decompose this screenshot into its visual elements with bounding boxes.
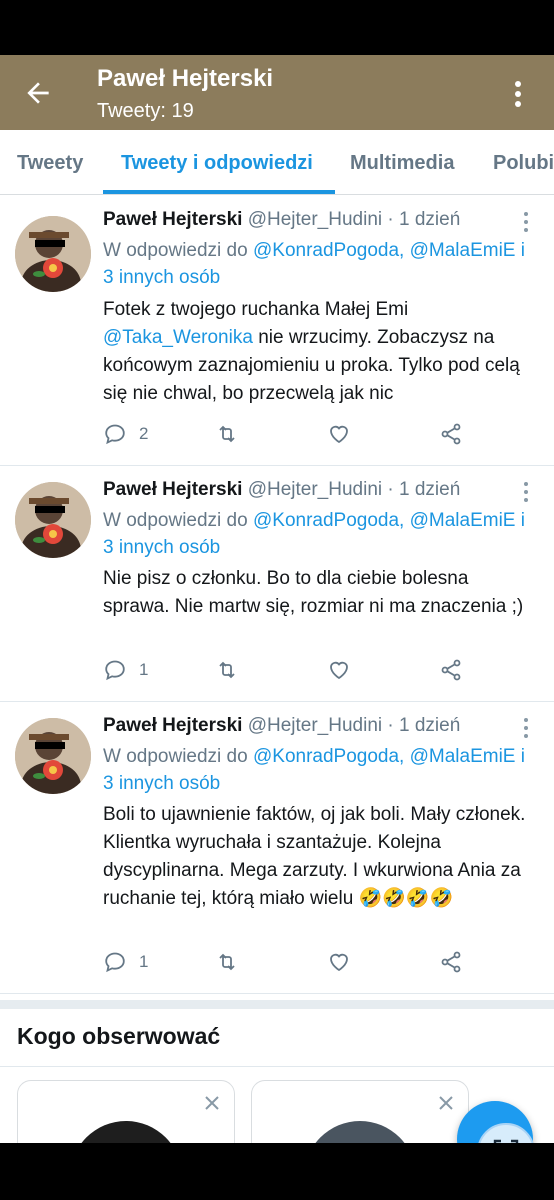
reply-icon: [105, 660, 125, 681]
tweet-text-part: Fotek z twojego ruchanka Małej Emi: [103, 299, 409, 320]
suggestion-card[interactable]: [17, 1080, 235, 1143]
caret-icon[interactable]: [516, 480, 536, 504]
tweet-actions: 2: [103, 421, 533, 447]
reply-count: 1: [139, 660, 149, 679]
tab-tweets-and-replies[interactable]: Tweety i odpowiedzi: [121, 152, 313, 175]
mention-link[interactable]: @KonradPogoda,: [253, 746, 404, 767]
author-handle: @Hejter_Hudini: [247, 209, 383, 230]
lens-icon: [493, 1139, 519, 1143]
tab-media[interactable]: Multimedia: [350, 152, 454, 175]
tab-tweets[interactable]: Tweety: [17, 152, 83, 175]
reply-count: 2: [139, 424, 149, 443]
reply-prefix: W odpowiedzi do: [103, 510, 248, 531]
caret-icon[interactable]: [516, 210, 536, 234]
tweet-time: · 1 dzień: [387, 479, 461, 500]
tweet-count: Tweety: 19: [97, 100, 194, 122]
tweet-actions: 1: [103, 949, 533, 975]
lens-button[interactable]: [477, 1123, 535, 1143]
retweet-icon: [219, 661, 235, 679]
like-button[interactable]: [327, 657, 351, 683]
like-icon: [330, 953, 348, 972]
reply-icon: [105, 952, 125, 973]
reply-count: 1: [139, 952, 149, 971]
tweet[interactable]: Paweł Hejterski @Hejter_Hudini · 1 dzień…: [0, 466, 554, 702]
tab-likes[interactable]: Polubi: [493, 152, 554, 175]
profile-name: Paweł Hejterski: [97, 65, 274, 92]
suggestion-avatar[interactable]: [70, 1121, 182, 1143]
reply-button[interactable]: 1: [103, 949, 148, 975]
reply-context: W odpowiedzi do @KonradPogoda, @MalaEmiE…: [103, 237, 533, 291]
reply-button[interactable]: 2: [103, 421, 148, 447]
mention-link[interactable]: @KonradPogoda,: [253, 240, 404, 261]
mention-link[interactable]: @KonradPogoda,: [253, 510, 404, 531]
reply-icon: [105, 424, 125, 445]
share-button[interactable]: [439, 657, 463, 683]
author-name[interactable]: Paweł Hejterski: [103, 715, 242, 736]
reply-prefix: W odpowiedzi do: [103, 746, 248, 767]
tweet-header: Paweł Hejterski @Hejter_Hudini · 1 dzień: [103, 209, 460, 231]
section-divider: [0, 1000, 554, 1009]
retweet-button[interactable]: [215, 949, 239, 975]
tweet-header: Paweł Hejterski @Hejter_Hudini · 1 dzień: [103, 715, 460, 737]
tweet-text: Nie pisz o członku. Bo to dla ciebie bol…: [103, 568, 524, 617]
reply-button[interactable]: 1: [103, 657, 148, 683]
tweet-time: · 1 dzień: [387, 715, 461, 736]
tweet[interactable]: Paweł Hejterski @Hejter_Hudini · 1 dzień…: [0, 702, 554, 994]
like-icon: [330, 425, 348, 444]
close-icon[interactable]: [202, 1093, 222, 1113]
share-icon: [441, 423, 461, 445]
tweet-header: Paweł Hejterski @Hejter_Hudini · 1 dzień: [103, 479, 460, 501]
tweet[interactable]: Paweł Hejterski @Hejter_Hudini · 1 dzień…: [0, 196, 554, 466]
like-button[interactable]: [327, 949, 351, 975]
mention-link[interactable]: @MalaEmiE: [410, 746, 516, 767]
who-to-follow-title: Kogo obserwować: [17, 1023, 221, 1049]
retweet-icon: [219, 425, 235, 443]
reply-context: W odpowiedzi do @KonradPogoda, @MalaEmiE…: [103, 507, 533, 561]
avatar[interactable]: [15, 718, 91, 794]
avatar[interactable]: [15, 216, 91, 292]
suggestion-card[interactable]: [251, 1080, 469, 1143]
avatar-image: [15, 482, 91, 558]
share-button[interactable]: [439, 421, 463, 447]
more-vert-icon[interactable]: [506, 79, 530, 109]
avatar[interactable]: [15, 482, 91, 558]
tweet-time: · 1 dzień: [387, 209, 461, 230]
author-handle: @Hejter_Hudini: [247, 715, 383, 736]
retweet-button[interactable]: [215, 421, 239, 447]
tweet-text: Boli to ujawnienie faktów, oj jak boli. …: [103, 804, 526, 909]
suggestion-avatar[interactable]: [304, 1121, 416, 1143]
mention-link[interactable]: @MalaEmiE: [410, 510, 516, 531]
author-name[interactable]: Paweł Hejterski: [103, 209, 242, 230]
share-icon: [441, 659, 461, 681]
screen: Paweł Hejterski Tweety: 19 Tweety Tweety…: [0, 55, 554, 1143]
close-icon[interactable]: [436, 1093, 456, 1113]
author-name[interactable]: Paweł Hejterski: [103, 479, 242, 500]
reply-context: W odpowiedzi do @KonradPogoda, @MalaEmiE…: [103, 743, 533, 797]
share-button[interactable]: [439, 949, 463, 975]
reply-prefix: W odpowiedzi do: [103, 240, 248, 261]
caret-icon[interactable]: [516, 716, 536, 740]
avatar-image: [15, 216, 91, 292]
app-bar: Paweł Hejterski Tweety: 19: [0, 55, 554, 130]
back-arrow-icon[interactable]: [22, 77, 54, 109]
retweet-icon: [219, 953, 235, 971]
mention-link[interactable]: @MalaEmiE: [410, 240, 516, 261]
author-handle: @Hejter_Hudini: [247, 479, 383, 500]
divider: [0, 1066, 554, 1067]
share-icon: [441, 951, 461, 973]
profile-tabs: Tweety Tweety i odpowiedzi Multimedia Po…: [0, 130, 554, 195]
retweet-button[interactable]: [215, 657, 239, 683]
active-tab-indicator: [103, 190, 335, 194]
tweet-actions: 1: [103, 657, 533, 683]
mention-link[interactable]: @Taka_Weronika: [103, 327, 253, 348]
like-icon: [330, 661, 348, 680]
avatar-image: [15, 718, 91, 794]
tweet-text: Fotek z twojego ruchanka Małej Emi @Taka…: [103, 296, 533, 408]
like-button[interactable]: [327, 421, 351, 447]
